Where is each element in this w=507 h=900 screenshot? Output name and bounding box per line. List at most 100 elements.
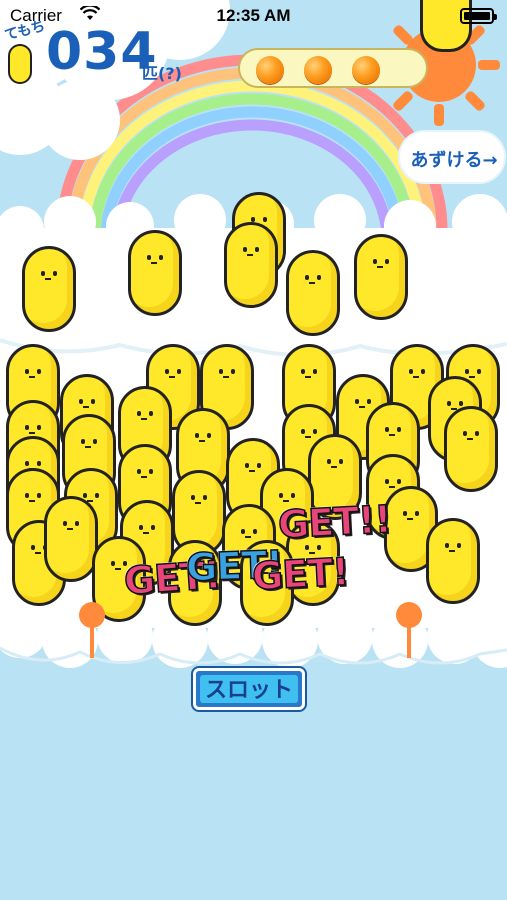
critter[interactable]	[286, 250, 340, 336]
get-effect: GET!	[250, 549, 350, 599]
critter-face	[317, 545, 321, 550]
critter-face	[137, 411, 141, 416]
critter-face	[177, 369, 181, 374]
critter-face	[223, 376, 229, 378]
critter-face	[81, 439, 85, 444]
critter-face	[37, 369, 41, 374]
critter-face	[449, 550, 455, 552]
critter-face	[359, 406, 365, 408]
critter-face	[305, 436, 311, 438]
critter-face	[247, 254, 253, 256]
get-effect: GET!!	[276, 496, 392, 547]
critter-face	[255, 247, 259, 252]
critter-face	[305, 376, 311, 378]
critter-face	[457, 543, 461, 548]
critter[interactable]	[444, 406, 498, 492]
ball-tray	[238, 48, 428, 88]
ball-icon	[352, 56, 380, 84]
critter-face	[249, 470, 255, 472]
critter-face	[245, 463, 249, 468]
critter-face	[141, 476, 147, 478]
critter-face	[35, 552, 41, 554]
critter-face	[459, 401, 463, 406]
critter-icon	[8, 44, 32, 84]
slot-button-label[interactable]: スロット	[193, 672, 305, 704]
critter-face	[207, 433, 211, 438]
ball-icon	[304, 56, 332, 84]
critter-face	[67, 528, 73, 530]
critter-face	[37, 493, 41, 498]
critter-face	[317, 275, 321, 280]
critter-face	[409, 369, 413, 374]
critter-face	[263, 217, 267, 222]
critter-face	[149, 469, 153, 474]
critter-face	[63, 521, 67, 526]
critter-face	[403, 511, 407, 516]
critter-face	[373, 259, 377, 264]
critter-face	[29, 500, 35, 502]
critter-face	[165, 369, 169, 374]
critter-face	[115, 568, 121, 570]
critter-face	[219, 369, 223, 374]
critter-face	[355, 399, 359, 404]
critter-face	[203, 495, 207, 500]
critter-face	[25, 461, 29, 466]
critter[interactable]	[224, 222, 278, 308]
critter[interactable]	[22, 246, 76, 332]
critter-face	[147, 255, 151, 260]
critter-face	[301, 429, 305, 434]
critter-face	[41, 271, 45, 276]
critter-face	[367, 399, 371, 404]
critter-face	[421, 369, 425, 374]
critter-face	[389, 434, 395, 436]
critter-face	[407, 518, 413, 520]
critter[interactable]	[128, 230, 182, 316]
clock: 12:35 AM	[216, 6, 291, 25]
critter-face	[313, 429, 317, 434]
critter-face	[305, 545, 309, 550]
critter-face	[139, 525, 143, 530]
critter-face	[111, 561, 115, 566]
counter-unit: 匹(?)	[142, 64, 182, 83]
critter[interactable]	[354, 234, 408, 320]
critter-face	[305, 275, 309, 280]
critter-face	[377, 266, 383, 268]
critter-face	[45, 278, 51, 280]
critter-face	[25, 425, 29, 430]
critter-face	[31, 545, 35, 550]
ball-icon	[256, 56, 284, 84]
critter-face	[85, 446, 91, 448]
critter-face	[385, 479, 389, 484]
critter-face	[467, 438, 473, 440]
critter-face	[231, 369, 235, 374]
critter[interactable]	[44, 496, 98, 582]
pin-left-head	[79, 602, 105, 628]
critter-face	[385, 427, 389, 432]
deposit-button-label[interactable]: あずける→	[407, 146, 501, 172]
critter-face	[53, 271, 57, 276]
critter-face	[327, 459, 331, 464]
critter-face	[143, 532, 149, 534]
critter-face	[301, 369, 305, 374]
critter-face	[469, 376, 475, 378]
critter-face	[137, 469, 141, 474]
critter-face	[169, 376, 175, 378]
critter-face	[245, 536, 251, 538]
critter-face	[415, 511, 419, 516]
critter-face	[159, 255, 163, 260]
critter-face	[257, 463, 261, 468]
critter-face	[199, 440, 205, 442]
critter-face	[93, 439, 97, 444]
critter-face	[243, 247, 247, 252]
critter-face	[79, 399, 83, 404]
critter-face	[83, 406, 89, 408]
critter-face	[385, 259, 389, 264]
critter-face	[75, 521, 79, 526]
critter-face	[477, 369, 481, 374]
critter-face	[309, 282, 315, 284]
critter-face	[253, 529, 257, 534]
critter[interactable]	[426, 518, 480, 604]
battery-icon	[460, 8, 497, 24]
critter-face	[413, 376, 419, 378]
critter-face	[445, 543, 449, 548]
